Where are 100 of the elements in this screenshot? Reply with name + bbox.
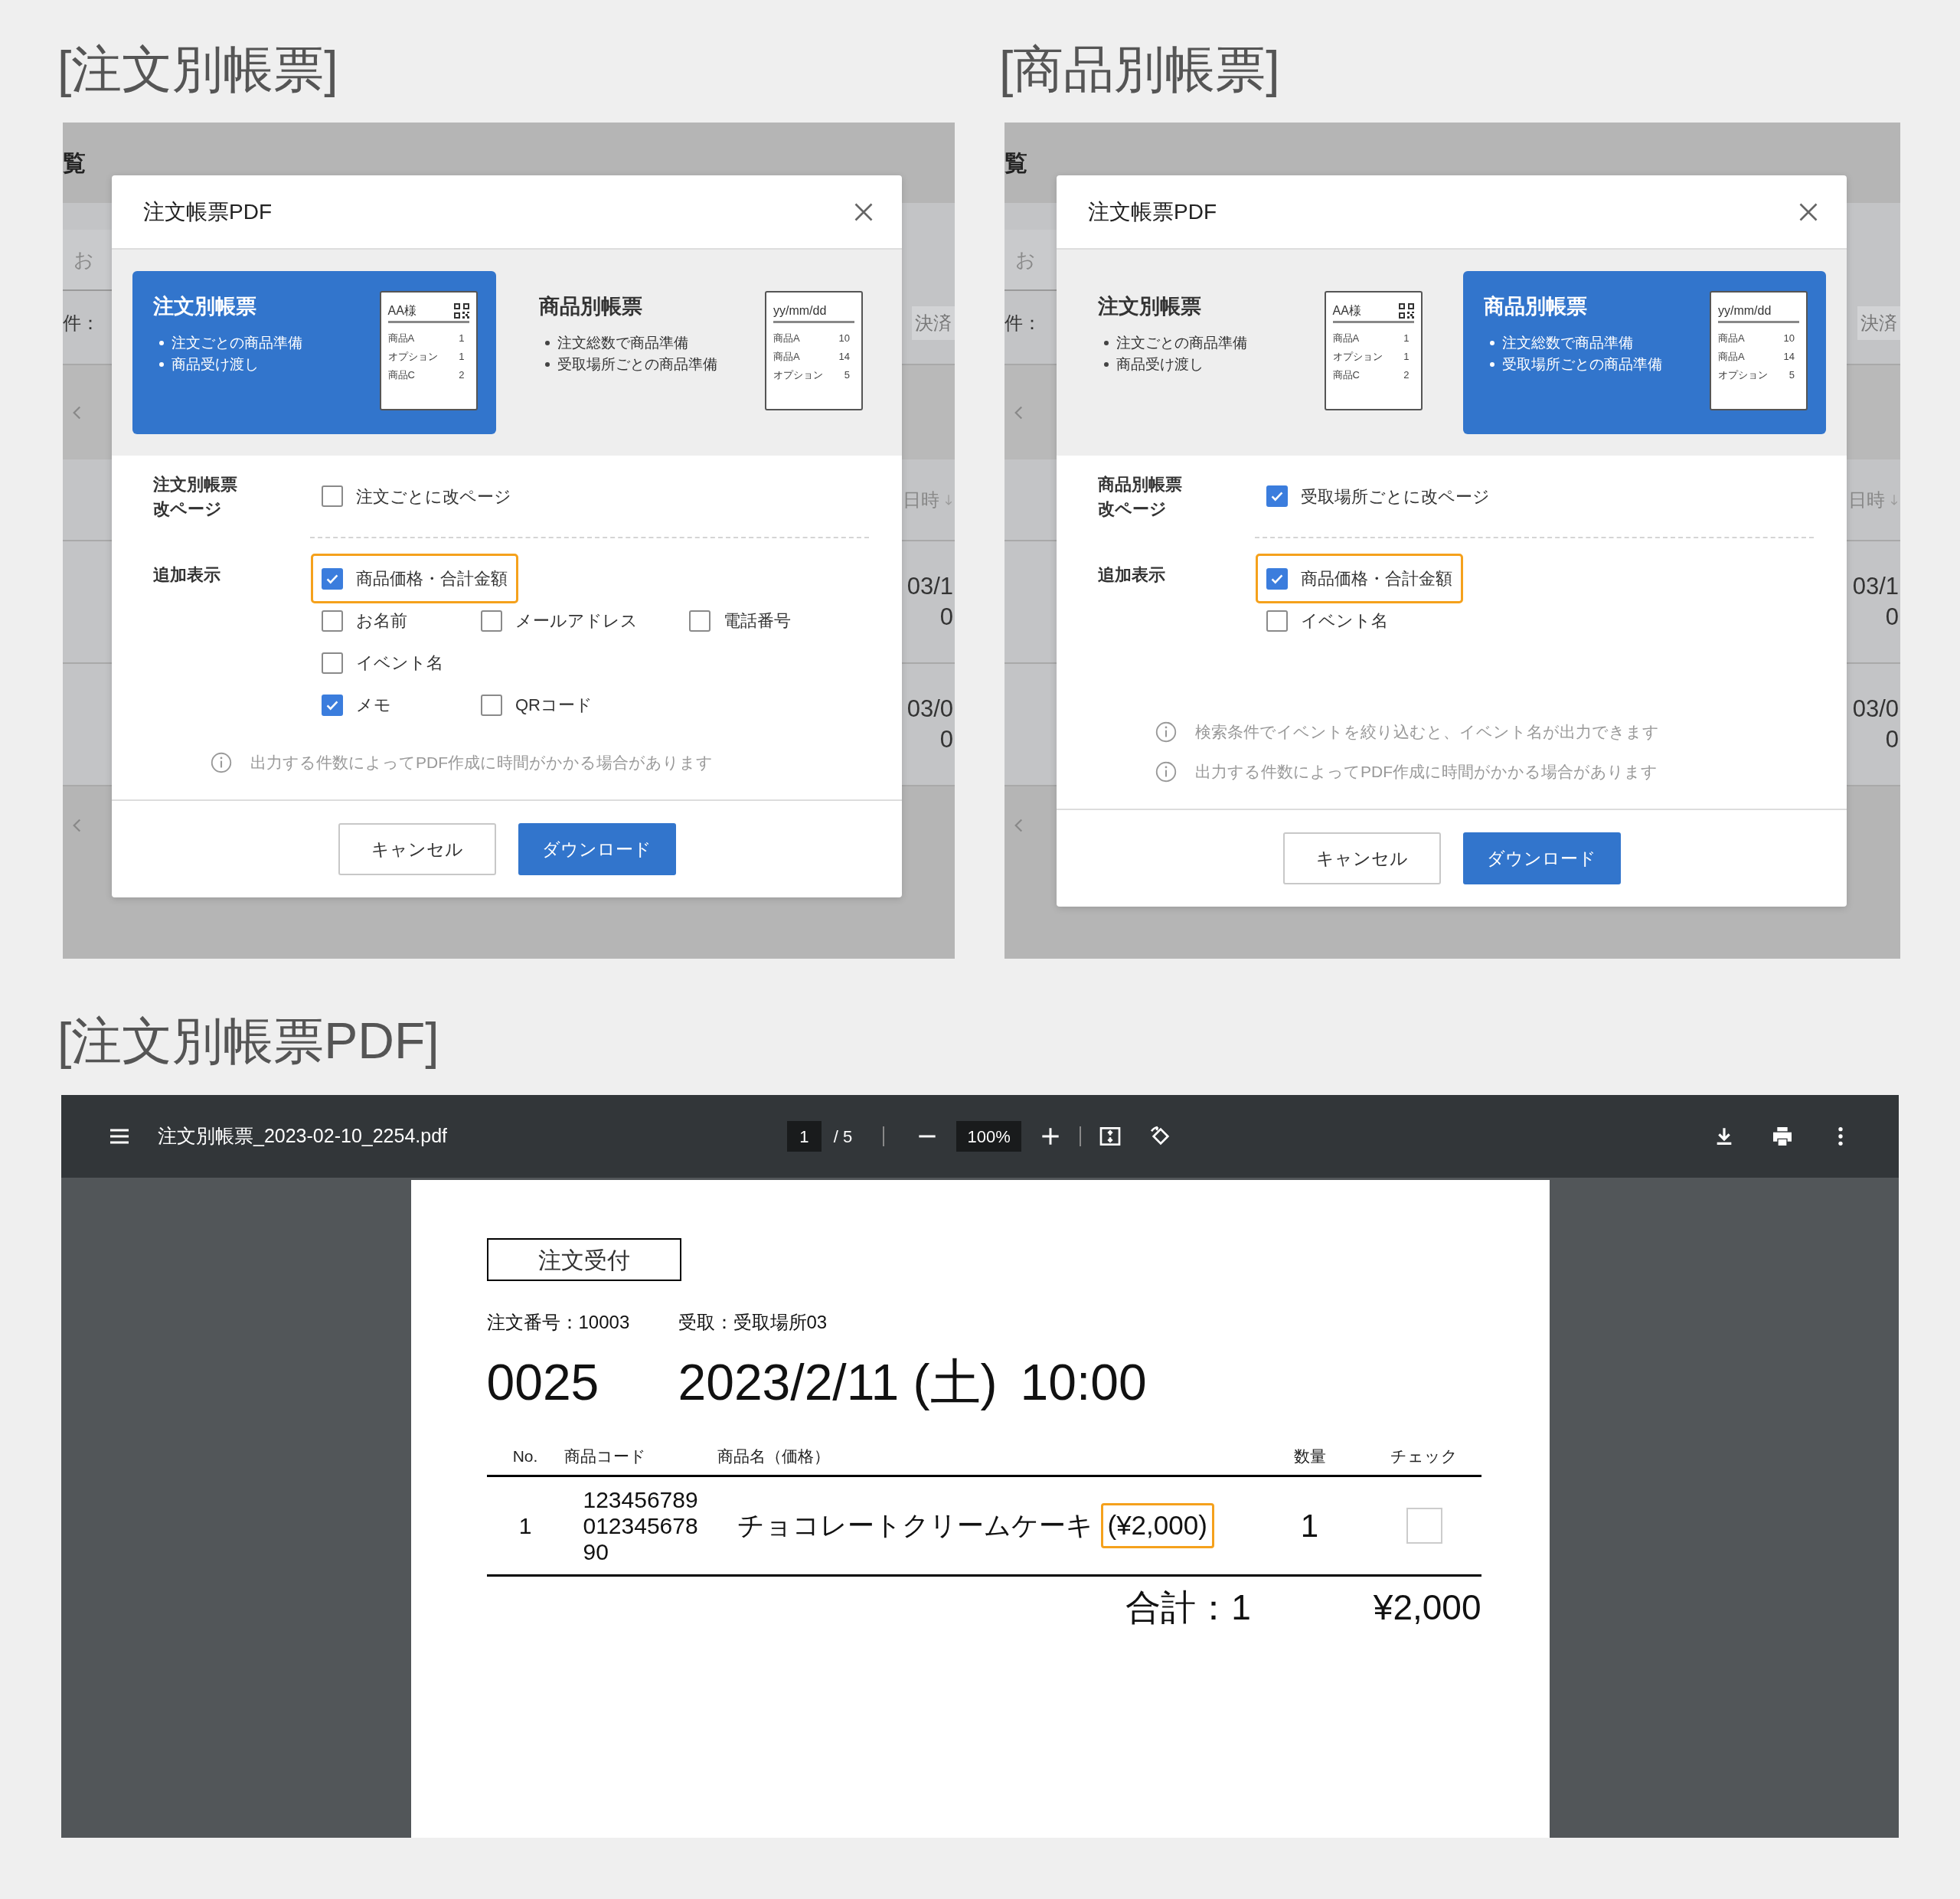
thumbnail-quantity: 1 [459, 350, 465, 364]
thumbnail-item: オプション [1718, 368, 1768, 383]
dialog-title: 注文帳票PDF [143, 198, 272, 225]
zoom-field[interactable]: 100% [956, 1121, 1022, 1152]
product-code: 12345678901234567890 [583, 1486, 698, 1565]
thumbnail-quantity: 10 [1783, 332, 1795, 346]
date-text: 0 [939, 725, 953, 754]
total-amount: ¥2,000 [1373, 1586, 1481, 1629]
thumbnail-item: オプション [773, 368, 823, 383]
thumbnail-item: 商品A [773, 332, 800, 346]
pickup-location: 受取：受取場所03 [678, 1311, 828, 1334]
checkbox[interactable] [322, 567, 343, 590]
cancel-button[interactable]: キャンセル [1282, 832, 1441, 884]
info-icon [1155, 721, 1177, 743]
card-title: 商品別帳票 [538, 294, 643, 319]
thumbnail-quantity: 5 [844, 368, 850, 383]
date-text: 03/1 [1852, 572, 1899, 601]
dialog-title: 注文帳票PDF [1088, 198, 1217, 225]
download-button[interactable]: ダウンロード [1462, 832, 1621, 884]
bullet-icon [1489, 341, 1494, 345]
bullet-icon [544, 362, 550, 367]
column-header: 数量 [1292, 1446, 1327, 1466]
cancel-button[interactable]: キャンセル [338, 823, 496, 875]
thumbnail-quantity: 10 [838, 332, 850, 346]
bullet-icon [159, 362, 164, 367]
page-count: / 5 [833, 1126, 853, 1148]
section-title: [商品別帳票] [999, 39, 1280, 99]
thumbnail-heading: AA様 [387, 302, 416, 319]
column-header: 商品コード [564, 1446, 647, 1466]
file-name: 注文別帳票_2023-02-10_2254.pdf [158, 1124, 447, 1149]
bullet-text: 商品受け渡し [1116, 355, 1204, 374]
option-label: 電話番号 [724, 610, 791, 632]
report-type-card[interactable]: 商品別帳票 注文総数で商品準備 受取場所ごとの商品準備 yy/mm/dd 商品A 10 商品A 14 オプション 5 [1462, 271, 1826, 434]
report-type-card[interactable]: 商品別帳票 注文総数で商品準備 受取場所ごとの商品準備 yy/mm/dd 商品A 10 商品A 14 オプション 5 [518, 271, 881, 434]
date-text: 03/1 [906, 572, 953, 601]
thumbnail-quantity: 1 [1403, 350, 1410, 364]
date-text: 03/0 [906, 695, 953, 724]
thumbnail-item: 商品A [387, 332, 415, 346]
page-heading: 覧 [1004, 149, 1027, 177]
checkbox[interactable] [1266, 567, 1288, 590]
table-cell-text: 1 [518, 1512, 533, 1540]
page-number-field[interactable]: 1 [786, 1121, 822, 1152]
checkbox[interactable] [322, 652, 343, 674]
section-label: 追加表示 [153, 565, 220, 584]
checkbox[interactable] [322, 610, 343, 632]
card-title: 注文別帳票 [153, 294, 257, 319]
report-type-card[interactable]: 注文別帳票 注文ごとの商品準備 商品受け渡し AA様 商品A 1 オプション 1 商品C 2 [1077, 271, 1441, 434]
order-number: 注文番号：10003 [486, 1311, 631, 1334]
pickup-date: 2023/2/11 (土) [678, 1352, 998, 1412]
quantity-text: 1 [1299, 1507, 1320, 1545]
option-label: イベント名 [1301, 610, 1388, 632]
thumbnail-item: 商品C [387, 368, 415, 383]
date-text: 03/0 [1852, 695, 1899, 724]
thumbnail-item: 商品C [1332, 368, 1360, 383]
checkbox[interactable] [322, 485, 343, 507]
page-heading: 覧 [63, 149, 86, 177]
thumbnail-item: オプション [387, 350, 438, 364]
bullet-text: 商品受け渡し [172, 355, 259, 374]
checkbox[interactable] [481, 610, 502, 632]
receipt-number: 0025 [486, 1352, 600, 1412]
download-button[interactable]: ダウンロード [518, 823, 676, 875]
report-type-card[interactable]: 注文別帳票 注文ごとの商品準備 商品受け渡し AA様 商品A 1 オプション 1 商品C 2 [132, 271, 496, 434]
thumbnail-quantity: 2 [459, 368, 465, 383]
bullet-icon [544, 341, 550, 345]
info-icon [211, 752, 232, 773]
thumbnail-quantity: 5 [1788, 368, 1795, 383]
section-label: 追加表示 [1098, 565, 1165, 584]
thumbnail-heading: yy/mm/dd [1718, 302, 1772, 319]
checkbox[interactable] [1266, 485, 1288, 507]
option-label: QRコード [515, 695, 593, 716]
option-label: 商品価格・合計金額 [356, 568, 508, 590]
bullet-icon [1104, 341, 1109, 345]
option-label: 商品価格・合計金額 [1301, 568, 1452, 590]
option-label: メールアドレス [515, 610, 638, 632]
card-title: 注文別帳票 [1098, 294, 1202, 319]
bullet-icon [1489, 362, 1494, 367]
section-label: 改ページ [1098, 498, 1168, 520]
thumbnail-item: 商品A [1332, 332, 1360, 346]
thumbnail-quantity: 1 [1403, 332, 1410, 346]
thumbnail-heading: yy/mm/dd [773, 302, 827, 319]
section-label: 商品別帳票 [1098, 474, 1183, 495]
thumbnail-item: 商品A [1718, 350, 1745, 364]
section-title: [注文別帳票] [57, 39, 338, 99]
column-header: 商品名（価格） [717, 1446, 831, 1466]
bullet-text: 注文総数で商品準備 [1501, 334, 1633, 352]
thumbnail-item: 商品A [773, 350, 800, 364]
column-header: No. [511, 1446, 539, 1466]
section-label: 注文別帳票 [153, 474, 238, 495]
total-count: 合計：1 [1125, 1586, 1251, 1629]
checkbox[interactable] [1266, 610, 1288, 632]
checkbox[interactable] [689, 610, 710, 632]
checkbox[interactable] [481, 694, 502, 716]
option-label: 注文ごとに改ページ [356, 485, 511, 508]
qr-code-icon [1398, 302, 1414, 319]
date-text: 0 [1885, 725, 1899, 754]
note-text: 検索条件でイベントを絞り込むと、イベント名が出力できます [1195, 722, 1659, 743]
checkbox[interactable] [322, 694, 343, 716]
note-text: 出力する件数によってPDF作成に時間がかかる場合があります [250, 753, 713, 773]
option-label: イベント名 [356, 652, 443, 674]
date-text: 0 [939, 603, 953, 632]
